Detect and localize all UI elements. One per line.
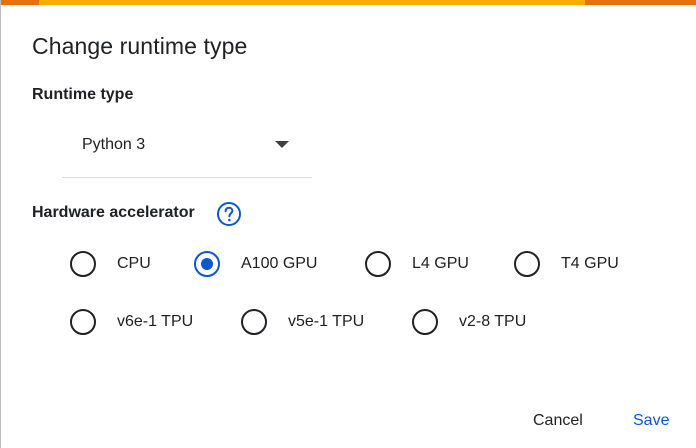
runtime-type-value: Python 3	[82, 136, 146, 153]
dialog-accent-bar	[1, 0, 696, 5]
radio-label: v5e-1 TPU	[288, 313, 365, 330]
radio-label: CPU	[117, 255, 151, 272]
cancel-button[interactable]: Cancel	[533, 412, 583, 430]
accent-bar-segment	[1, 0, 39, 5]
change-runtime-dialog: Change runtime type Runtime type Python …	[0, 0, 696, 448]
radio-v6e-1-tpu[interactable]: v6e-1 TPU	[70, 308, 193, 336]
runtime-type-select[interactable]: Python 3	[62, 122, 312, 178]
save-button[interactable]: Save	[633, 412, 669, 430]
radio-v2-8-tpu[interactable]: v2-8 TPU	[412, 308, 526, 336]
radio-label: v6e-1 TPU	[117, 313, 194, 330]
radio-label: A100 GPU	[241, 255, 318, 272]
radio-label: v2-8 TPU	[459, 313, 527, 330]
radio-unchecked-icon	[241, 309, 267, 335]
question-mark-circle-icon[interactable]	[216, 201, 242, 227]
radio-label: T4 GPU	[561, 255, 619, 272]
radio-cpu[interactable]: CPU	[70, 250, 151, 278]
runtime-type-label: Runtime type	[32, 86, 134, 103]
accent-bar-segment	[39, 0, 585, 5]
radio-v5e-1-tpu[interactable]: v5e-1 TPU	[241, 308, 364, 336]
dialog-title: Change runtime type	[32, 33, 248, 59]
radio-t4-gpu[interactable]: T4 GPU	[514, 250, 619, 278]
radio-l4-gpu[interactable]: L4 GPU	[365, 250, 469, 278]
dropdown-caret-icon	[275, 141, 289, 148]
radio-unchecked-icon	[365, 251, 391, 277]
accent-bar-segment	[585, 0, 696, 5]
radio-unchecked-icon	[70, 251, 96, 277]
radio-unchecked-icon	[70, 309, 96, 335]
radio-label: L4 GPU	[412, 255, 469, 272]
radio-dot	[201, 258, 213, 270]
radio-unchecked-icon	[412, 309, 438, 335]
radio-unchecked-icon	[514, 251, 540, 277]
radio-checked-icon	[194, 251, 220, 277]
radio-a100-gpu[interactable]: A100 GPU	[194, 250, 317, 278]
hardware-accelerator-label: Hardware accelerator	[32, 204, 195, 221]
